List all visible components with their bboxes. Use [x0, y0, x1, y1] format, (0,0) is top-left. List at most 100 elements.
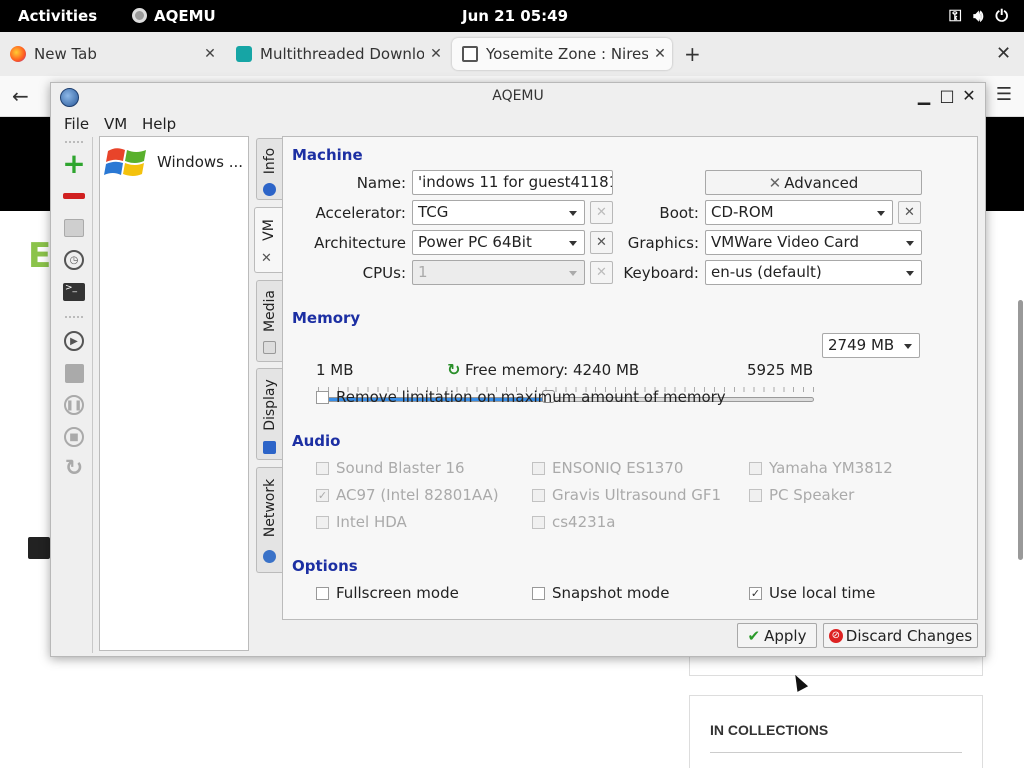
aqemu-app-icon: [132, 8, 147, 23]
tab-media[interactable]: Media: [256, 280, 282, 362]
app-menu[interactable]: AQEMU: [154, 7, 216, 25]
graphics-select[interactable]: VMWare Video Card: [705, 230, 922, 255]
checkbox-label: cs4231a: [552, 513, 616, 531]
tab-label: Display: [261, 379, 278, 431]
audio-ym3812-checkbox[interactable]: Yamaha YM3812: [749, 459, 893, 477]
chat-icon[interactable]: [28, 537, 50, 559]
audio-ac97-checkbox[interactable]: ✓ AC97 (Intel 82801AA): [316, 486, 499, 504]
checkbox-box: [316, 461, 329, 475]
new-tab-button[interactable]: +: [684, 42, 701, 66]
audio-gus-checkbox[interactable]: Gravis Ultrasound GF1: [532, 486, 721, 504]
menu-help[interactable]: Help: [142, 115, 176, 133]
checkbox-label: PC Speaker: [769, 486, 855, 504]
tab-close-icon[interactable]: ✕: [648, 46, 672, 62]
memory-size-select[interactable]: 2749 MB: [822, 333, 920, 358]
architecture-label: Architecture: [314, 234, 406, 252]
fullscreen-checkbox[interactable]: Fullscreen mode: [316, 584, 459, 602]
clock[interactable]: Jun 21 05:49: [462, 7, 568, 25]
reset-vm-button[interactable]: ↻: [62, 457, 86, 481]
vm-list: Windows ...: [99, 136, 249, 651]
name-label: Name:: [356, 174, 406, 192]
tab-display[interactable]: Display: [256, 368, 282, 460]
start-vm-button[interactable]: ▶: [62, 329, 86, 353]
keyboard-label: Keyboard:: [623, 264, 699, 282]
plus-icon: +: [62, 147, 86, 180]
tab-new-tab[interactable]: New Tab ✕: [0, 38, 222, 70]
architecture-tools-button[interactable]: ✕: [590, 231, 613, 254]
system-tray[interactable]: ⚿ 🔊︎ ⏻: [949, 6, 1008, 26]
tab-close-icon[interactable]: ✕: [198, 46, 222, 62]
snapshot-checkbox[interactable]: Snapshot mode: [532, 584, 669, 602]
checkbox-box: [532, 461, 545, 475]
cancel-icon: ⊘: [828, 628, 843, 643]
drive-icon: [64, 219, 84, 237]
refresh-memory-icon[interactable]: ↻: [447, 360, 460, 379]
checkbox-box: [749, 488, 762, 502]
tab-info[interactable]: Info: [256, 138, 282, 200]
checkbox-label: Fullscreen mode: [336, 584, 459, 602]
hamburger-menu-icon[interactable]: ☰: [996, 84, 1012, 105]
apply-button[interactable]: ✔ Apply: [737, 623, 817, 648]
cpus-tools-button[interactable]: ✕: [590, 261, 613, 284]
maximize-icon[interactable]: □: [937, 86, 957, 105]
section-audio: Audio: [292, 432, 341, 450]
menu-file[interactable]: File: [64, 115, 89, 133]
pause-vm-button[interactable]: ❚❚: [62, 393, 86, 417]
tools-icon: ✕: [768, 173, 782, 192]
activities-button[interactable]: Activities: [18, 7, 97, 25]
window-titlebar[interactable]: AQEMU ▁ □ ✕: [51, 83, 985, 111]
architecture-select[interactable]: Power PC 64Bit: [412, 230, 585, 255]
tab-title: New Tab: [34, 45, 97, 63]
memory-max-label: 5925 MB: [747, 361, 814, 379]
checkbox-label: Yamaha YM3812: [769, 459, 893, 477]
snapshot-button[interactable]: ◷: [62, 248, 86, 272]
audio-sb16-checkbox[interactable]: Sound Blaster 16: [316, 459, 465, 477]
tab-close-icon[interactable]: ✕: [424, 46, 448, 62]
close-icon[interactable]: ✕: [959, 86, 979, 105]
checkbox-box: [316, 390, 329, 404]
discard-changes-button[interactable]: ⊘ Discard Changes: [823, 623, 978, 648]
collections-heading: IN COLLECTIONS: [710, 722, 829, 738]
vm-name-field[interactable]: 'indows 11 for guest41181: [412, 170, 613, 195]
audio-cs4231a-checkbox[interactable]: cs4231a: [532, 513, 615, 531]
console-button[interactable]: >_: [62, 280, 86, 304]
back-arrow-icon[interactable]: ←: [12, 84, 29, 108]
remove-memory-limit-checkbox[interactable]: Remove limitation on maximum amount of m…: [316, 388, 726, 406]
stop-icon: ■: [64, 427, 84, 447]
tab-network[interactable]: Network: [256, 467, 282, 573]
tab-vm[interactable]: VM ✕: [254, 207, 283, 273]
menu-bar: File VM Help: [51, 111, 985, 137]
vm-settings-button[interactable]: [62, 216, 86, 240]
minimize-icon[interactable]: ▁: [914, 86, 934, 105]
info-icon: [263, 183, 276, 196]
keyboard-select[interactable]: en-us (default): [705, 260, 922, 285]
boot-tools-button[interactable]: ✕: [898, 201, 921, 224]
checkbox-box: [749, 461, 762, 475]
stop-vm-button[interactable]: ■: [62, 425, 86, 449]
menu-vm[interactable]: VM: [104, 115, 127, 133]
delete-vm-button[interactable]: [62, 184, 86, 208]
toolbar-grip[interactable]: [65, 141, 83, 143]
page-scrollbar[interactable]: [1018, 300, 1023, 560]
cpus-select[interactable]: 1: [412, 260, 585, 285]
save-vm-button[interactable]: [62, 361, 86, 385]
tab-multithreaded[interactable]: Multithreaded Downloa ✕: [226, 38, 448, 70]
tab-yosemite-zone[interactable]: Yosemite Zone : Niresh ✕: [452, 38, 672, 70]
audio-es1370-checkbox[interactable]: ENSONIQ ES1370: [532, 459, 683, 477]
accelerator-label: Accelerator:: [315, 204, 407, 222]
vm-settings-panel: Machine Name: 'indows 11 for guest41181 …: [282, 136, 978, 620]
checkbox-label: Snapshot mode: [552, 584, 670, 602]
accelerator-tools-button[interactable]: ✕: [590, 201, 613, 224]
audio-pcspk-checkbox[interactable]: PC Speaker: [749, 486, 854, 504]
audio-hda-checkbox[interactable]: Intel HDA: [316, 513, 407, 531]
boot-select[interactable]: CD-ROM: [705, 200, 893, 225]
toolbar-grip[interactable]: [65, 316, 83, 318]
checkbox-box: [532, 515, 545, 529]
accelerator-select[interactable]: TCG: [412, 200, 585, 225]
add-vm-button[interactable]: +: [62, 147, 86, 180]
checkbox-box: ✓: [749, 586, 762, 600]
checkbox-label: Remove limitation on maximum amount of m…: [336, 388, 726, 406]
local-time-checkbox[interactable]: ✓ Use local time: [749, 584, 875, 602]
advanced-button[interactable]: ✕ Advanced: [705, 170, 922, 195]
browser-close-icon[interactable]: ✕: [996, 43, 1011, 64]
